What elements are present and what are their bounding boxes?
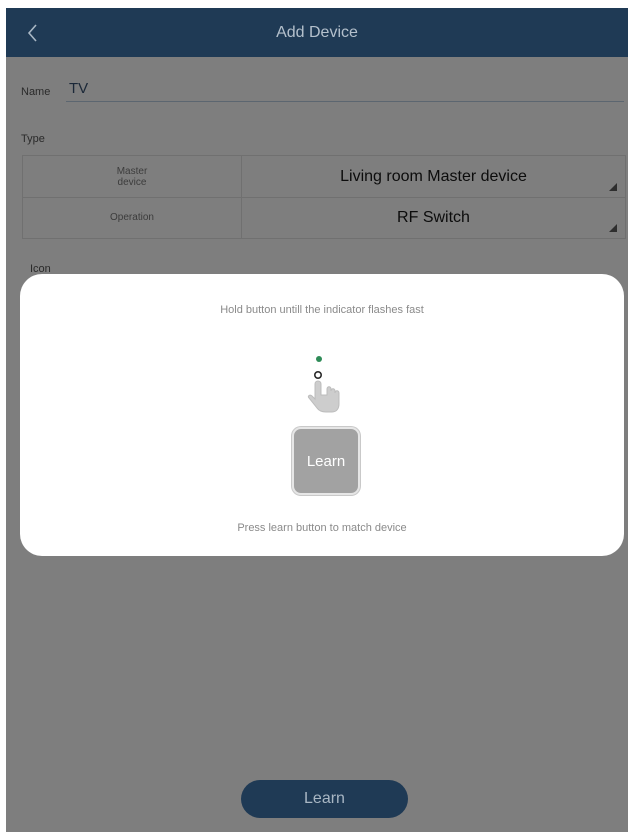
type-label: Type [21, 133, 45, 145]
dialog-instruction-top: Hold button untill the indicator flashes… [220, 304, 424, 316]
dropdown-arrow-icon [609, 183, 617, 191]
operation-value: RF Switch [397, 208, 470, 226]
name-value: TV [69, 80, 89, 97]
learn-button[interactable]: Learn [241, 780, 408, 818]
learn-dialog: Hold button untill the indicator flashes… [20, 274, 624, 556]
dropdown-arrow-icon [609, 224, 617, 232]
type-row-operation: Operation RF Switch [23, 197, 625, 238]
master-device-select[interactable]: Living room Master device [242, 156, 625, 197]
type-table: Master device Living room Master device … [22, 155, 626, 239]
indicator-led-icon [316, 356, 322, 362]
operation-label: Operation [23, 197, 242, 238]
master-device-label: Master device [23, 156, 242, 197]
name-field[interactable]: TV [66, 78, 624, 102]
name-label: Name [21, 86, 51, 98]
type-row-master-device: Master device Living room Master device [23, 156, 625, 198]
operation-select[interactable]: RF Switch [242, 197, 625, 238]
page-title: Add Device [276, 24, 358, 41]
hand-pointer-icon [307, 370, 340, 413]
dialog-instruction-bottom: Press learn button to match device [237, 522, 407, 534]
top-bar: Add Device [6, 8, 628, 57]
app-screen: Add Device Name TV Type Master device Li… [6, 8, 628, 832]
master-device-value: Living room Master device [340, 167, 527, 185]
dialog-learn-button[interactable]: Learn [292, 427, 360, 495]
